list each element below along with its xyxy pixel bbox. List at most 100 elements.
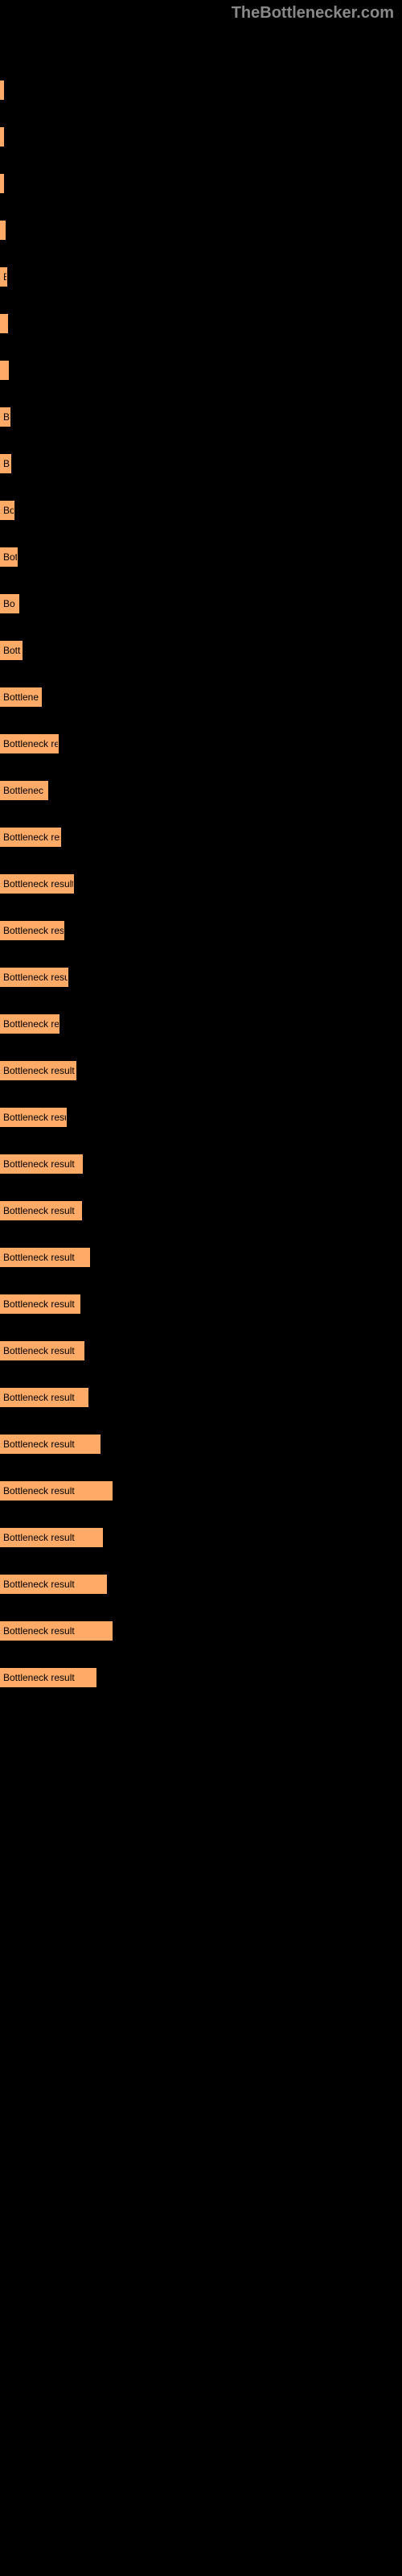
chart-bar[interactable] — [0, 127, 4, 147]
bar-label: Bottleneck result — [3, 1252, 75, 1263]
chart-bar[interactable]: Bottleneck result — [0, 1388, 88, 1407]
bar-row: Bottleneck result — [0, 1481, 402, 1501]
bar-row — [0, 174, 402, 193]
chart-bar[interactable]: Bottleneck result — [0, 1575, 107, 1594]
chart-bar[interactable]: Bottleneck result — [0, 1528, 103, 1547]
bar-row: Bottleneck result — [0, 1154, 402, 1174]
bar-row: Bot — [0, 547, 402, 567]
bar-label: Bottleneck result — [3, 1205, 75, 1216]
chart-bar[interactable]: Bottleneck result — [0, 1435, 100, 1454]
bar-row: Bottleneck resu — [0, 1108, 402, 1127]
bar-label: B — [3, 411, 10, 423]
bar-label: Bottleneck result — [3, 1298, 75, 1310]
chart-bar[interactable]: B — [0, 267, 7, 287]
bar-label: Bottleneck result — [3, 1672, 75, 1683]
bar-label: B — [3, 271, 7, 283]
bar-row: Bottleneck result — [0, 1248, 402, 1267]
bar-label: Bottleneck resu — [3, 972, 68, 983]
chart-bar[interactable]: Bottleneck re — [0, 734, 59, 753]
bar-row: B — [0, 407, 402, 427]
bar-label: Bo — [3, 505, 14, 516]
chart-bar[interactable]: Bottleneck res — [0, 921, 64, 940]
bar-row: Bottleneck result — [0, 1575, 402, 1594]
bar-label: Bottleneck result — [3, 1065, 75, 1076]
chart-container: B B B Bo Bot Bo Bott Bottlene Bottleneck re Bottl… — [0, 0, 402, 1755]
bar-label: Bo — [3, 598, 15, 609]
bar-label: Bottleneck res — [3, 832, 61, 843]
chart-bar[interactable]: Bottleneck result — [0, 1668, 96, 1687]
chart-bar[interactable]: Bottleneck result — [0, 1248, 90, 1267]
chart-bar[interactable] — [0, 361, 9, 380]
bar-label: Bottlenec — [3, 785, 43, 796]
bar-label: Bottleneck result — [3, 1485, 75, 1496]
bar-row: Bottleneck result — [0, 1528, 402, 1547]
bar-label: Bottleneck result — [3, 1625, 75, 1637]
bar-row: Bottleneck result — [0, 1668, 402, 1687]
bar-row: Bottleneck result — [0, 1201, 402, 1220]
chart-bar[interactable] — [0, 80, 4, 100]
bar-label: Bottlene — [3, 691, 39, 703]
bar-row — [0, 314, 402, 333]
bar-row: Bottleneck result — [0, 1341, 402, 1360]
bar-label: Bottleneck resu — [3, 1112, 67, 1123]
chart-bar[interactable] — [0, 221, 6, 240]
bar-label: Bottleneck re — [3, 1018, 59, 1030]
bar-row — [0, 80, 402, 100]
bar-row: Bottlene — [0, 687, 402, 707]
bar-row: Bottleneck result — [0, 1435, 402, 1454]
bar-label: B — [3, 458, 10, 469]
chart-bar[interactable]: Bottleneck result — [0, 874, 74, 894]
bar-row: Bottleneck result — [0, 1388, 402, 1407]
bar-row: Bottleneck result — [0, 1621, 402, 1641]
bar-row: Bottleneck re — [0, 734, 402, 753]
bar-label: Bottleneck result — [3, 1345, 75, 1356]
chart-bar[interactable]: B — [0, 407, 10, 427]
chart-bar[interactable]: Bottleneck result — [0, 1341, 84, 1360]
bar-row: Bottlenec — [0, 781, 402, 800]
chart-bar[interactable]: Bottleneck result — [0, 1154, 83, 1174]
chart-bar[interactable]: B — [0, 454, 11, 473]
bar-label: Bottleneck result — [3, 1439, 75, 1450]
chart-bar[interactable]: Bottleneck resu — [0, 968, 68, 987]
bar-label: Bottleneck result — [3, 1579, 75, 1590]
chart-bar[interactable]: Bottleneck resu — [0, 1108, 67, 1127]
chart-bar[interactable] — [0, 174, 4, 193]
chart-bar[interactable] — [0, 314, 8, 333]
bar-label: Bottleneck result — [3, 1392, 75, 1403]
bar-row: B — [0, 454, 402, 473]
bar-label: Bottleneck re — [3, 738, 59, 749]
bar-row: Bottleneck result — [0, 1294, 402, 1314]
chart-bar[interactable]: Bott — [0, 641, 23, 660]
chart-bar[interactable]: Bottleneck res — [0, 828, 61, 847]
chart-bar[interactable]: Bottleneck result — [0, 1481, 113, 1501]
bar-row: Bottleneck resu — [0, 968, 402, 987]
chart-bar[interactable]: Bot — [0, 547, 18, 567]
bar-row — [0, 127, 402, 147]
bar-row: Bottleneck res — [0, 921, 402, 940]
bar-row: Bo — [0, 501, 402, 520]
bar-label: Bottleneck res — [3, 925, 64, 936]
chart-bar[interactable]: Bottlenec — [0, 781, 48, 800]
watermark-text: TheBottlenecker.com — [232, 4, 394, 23]
chart-bar[interactable]: Bottleneck result — [0, 1201, 82, 1220]
bar-row: Bott — [0, 641, 402, 660]
chart-bar[interactable]: Bottleneck result — [0, 1294, 80, 1314]
chart-bar[interactable]: Bottleneck re — [0, 1014, 59, 1034]
chart-bar[interactable]: Bottlene — [0, 687, 42, 707]
bar-row: Bottleneck result — [0, 1061, 402, 1080]
bar-label: Bott — [3, 645, 20, 656]
bar-row: Bo — [0, 594, 402, 613]
chart-bar[interactable]: Bo — [0, 501, 14, 520]
bar-row — [0, 361, 402, 380]
chart-bar[interactable]: Bo — [0, 594, 19, 613]
bar-row: B — [0, 267, 402, 287]
bar-row: Bottleneck re — [0, 1014, 402, 1034]
bar-row: Bottleneck res — [0, 828, 402, 847]
bar-label: Bottleneck result — [3, 1532, 75, 1543]
bar-row — [0, 221, 402, 240]
chart-bar[interactable]: Bottleneck result — [0, 1061, 76, 1080]
bar-label: Bot — [3, 551, 18, 563]
chart-bar[interactable]: Bottleneck result — [0, 1621, 113, 1641]
bar-label: Bottleneck result — [3, 878, 74, 890]
bar-label: Bottleneck result — [3, 1158, 75, 1170]
